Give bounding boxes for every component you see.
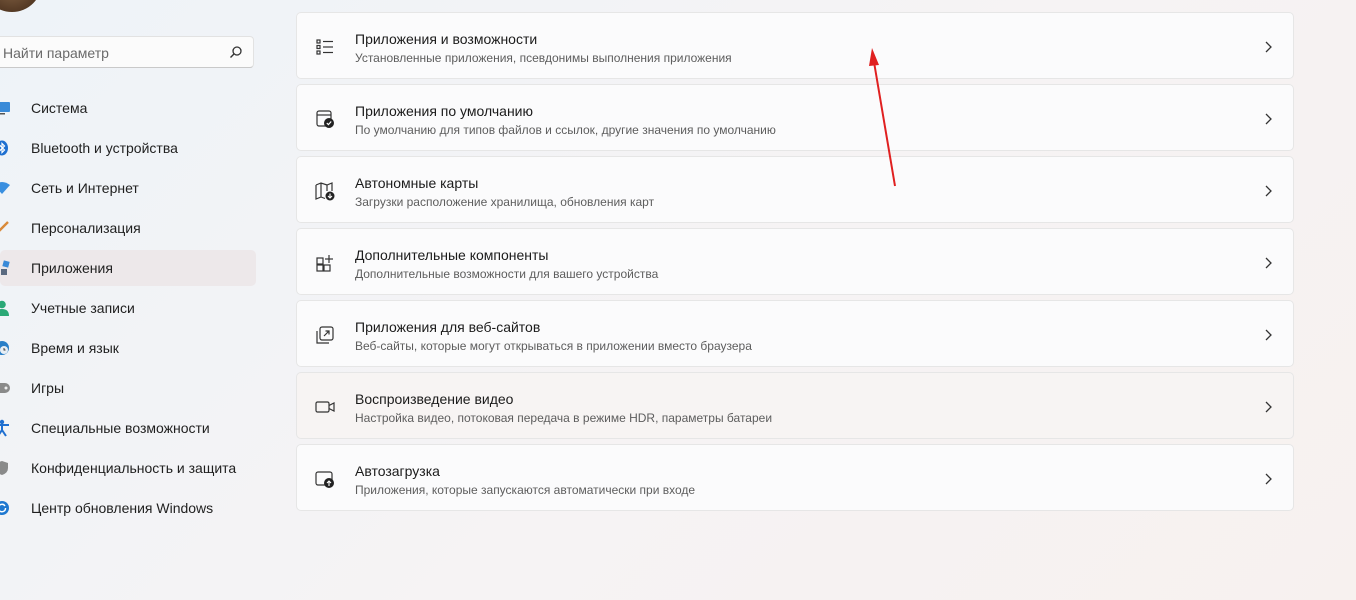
sidebar-item-windows-update[interactable]: Центр обновления Windows	[0, 490, 256, 526]
card-subtitle: Дополнительные возможности для вашего ус…	[355, 267, 659, 281]
card-title: Приложения и возможности	[355, 31, 538, 47]
bluetooth-icon	[0, 139, 12, 157]
default-apps-icon	[316, 110, 334, 128]
sidebar-item-label: Игры	[31, 380, 65, 396]
card-subtitle: Приложения, которые запускаются автомати…	[355, 483, 696, 497]
monitor-icon	[0, 99, 12, 117]
card-title: Дополнительные компоненты	[355, 247, 549, 263]
sidebar-item-label: Система	[31, 100, 88, 116]
user-avatar[interactable]	[0, 0, 42, 12]
sidebar-item-network[interactable]: Сеть и Интернет	[0, 170, 256, 206]
card-subtitle: По умолчанию для типов файлов и ссылок, …	[355, 123, 776, 137]
gamepad-icon	[0, 379, 12, 397]
globe-clock-icon	[0, 339, 12, 357]
card-optional-features[interactable]: Дополнительные компоненты Дополнительные…	[296, 228, 1294, 295]
sidebar-item-label: Время и язык	[31, 340, 119, 356]
accessibility-icon	[0, 419, 12, 437]
sidebar-item-system[interactable]: Система	[0, 90, 256, 126]
sidebar-item-label: Центр обновления Windows	[31, 500, 214, 516]
search-box[interactable]	[0, 36, 254, 69]
card-startup[interactable]: Автозагрузка Приложения, которые запуска…	[296, 444, 1294, 511]
sidebar-nav: Система Bluetooth и устройства Сеть и Ин…	[0, 90, 256, 530]
chevron-right-icon	[1265, 113, 1272, 125]
person-icon	[0, 299, 12, 317]
sidebar-item-accounts[interactable]: Учетные записи	[0, 290, 256, 326]
card-title: Автозагрузка	[355, 463, 440, 479]
sidebar-item-privacy[interactable]: Конфиденциальность и защита	[0, 450, 256, 486]
sidebar-item-bluetooth[interactable]: Bluetooth и устройства	[0, 130, 256, 166]
sidebar-item-label: Bluetooth и устройства	[31, 140, 178, 156]
card-title: Воспроизведение видео	[355, 391, 514, 407]
sidebar-item-accessibility[interactable]: Специальные возможности	[0, 410, 256, 446]
sidebar-item-personalization[interactable]: Персонализация	[0, 210, 256, 246]
search-icon[interactable]	[229, 45, 243, 59]
chevron-right-icon	[1265, 401, 1272, 413]
brush-icon	[0, 219, 12, 237]
video-icon	[315, 401, 335, 413]
sidebar-item-label: Приложения	[31, 260, 113, 276]
chevron-right-icon	[1265, 473, 1272, 485]
chevron-right-icon	[1265, 329, 1272, 341]
chevron-right-icon	[1265, 41, 1272, 53]
wifi-icon	[0, 179, 12, 197]
sidebar-item-apps[interactable]: Приложения	[0, 250, 256, 286]
card-subtitle: Загрузки расположение хранилища, обновле…	[355, 195, 655, 209]
sidebar-item-label: Учетные записи	[31, 300, 135, 316]
search-input[interactable]	[1, 37, 215, 69]
card-default-apps[interactable]: Приложения по умолчанию По умолчанию для…	[296, 84, 1294, 151]
card-subtitle: Установленные приложения, псевдонимы вып…	[355, 51, 732, 65]
shield-icon	[0, 459, 12, 477]
card-apps-for-websites[interactable]: Приложения для веб-сайтов Веб-сайты, кот…	[296, 300, 1294, 367]
card-title: Приложения по умолчанию	[355, 103, 533, 119]
sidebar-item-label: Конфиденциальность и защита	[31, 460, 237, 476]
chevron-right-icon	[1265, 185, 1272, 197]
sidebar-item-gaming[interactable]: Игры	[0, 370, 256, 406]
optional-features-icon	[316, 255, 333, 272]
sidebar-item-time-language[interactable]: Время и язык	[0, 330, 256, 366]
apps-icon	[0, 259, 12, 277]
offline-map-icon	[315, 182, 335, 201]
card-subtitle: Настройка видео, потоковая передача в ре…	[355, 411, 773, 425]
sidebar-item-label: Специальные возможности	[31, 420, 210, 436]
update-icon	[0, 499, 12, 517]
startup-icon	[315, 471, 334, 488]
card-video-playback[interactable]: Воспроизведение видео Настройка видео, п…	[296, 372, 1294, 439]
web-apps-icon	[316, 326, 334, 344]
apps-list-icon	[316, 39, 333, 55]
sidebar-item-label: Сеть и Интернет	[31, 180, 139, 196]
card-title: Автономные карты	[355, 175, 479, 191]
card-title: Приложения для веб-сайтов	[355, 319, 541, 335]
card-subtitle: Веб-сайты, которые могут открываться в п…	[355, 339, 752, 353]
sidebar-item-label: Персонализация	[31, 220, 141, 236]
chevron-right-icon	[1265, 257, 1272, 269]
card-offline-maps[interactable]: Автономные карты Загрузки расположение х…	[296, 156, 1294, 223]
card-apps-features[interactable]: Приложения и возможности Установленные п…	[296, 12, 1294, 79]
apps-settings-list: Приложения и возможности Установленные п…	[296, 12, 1294, 516]
